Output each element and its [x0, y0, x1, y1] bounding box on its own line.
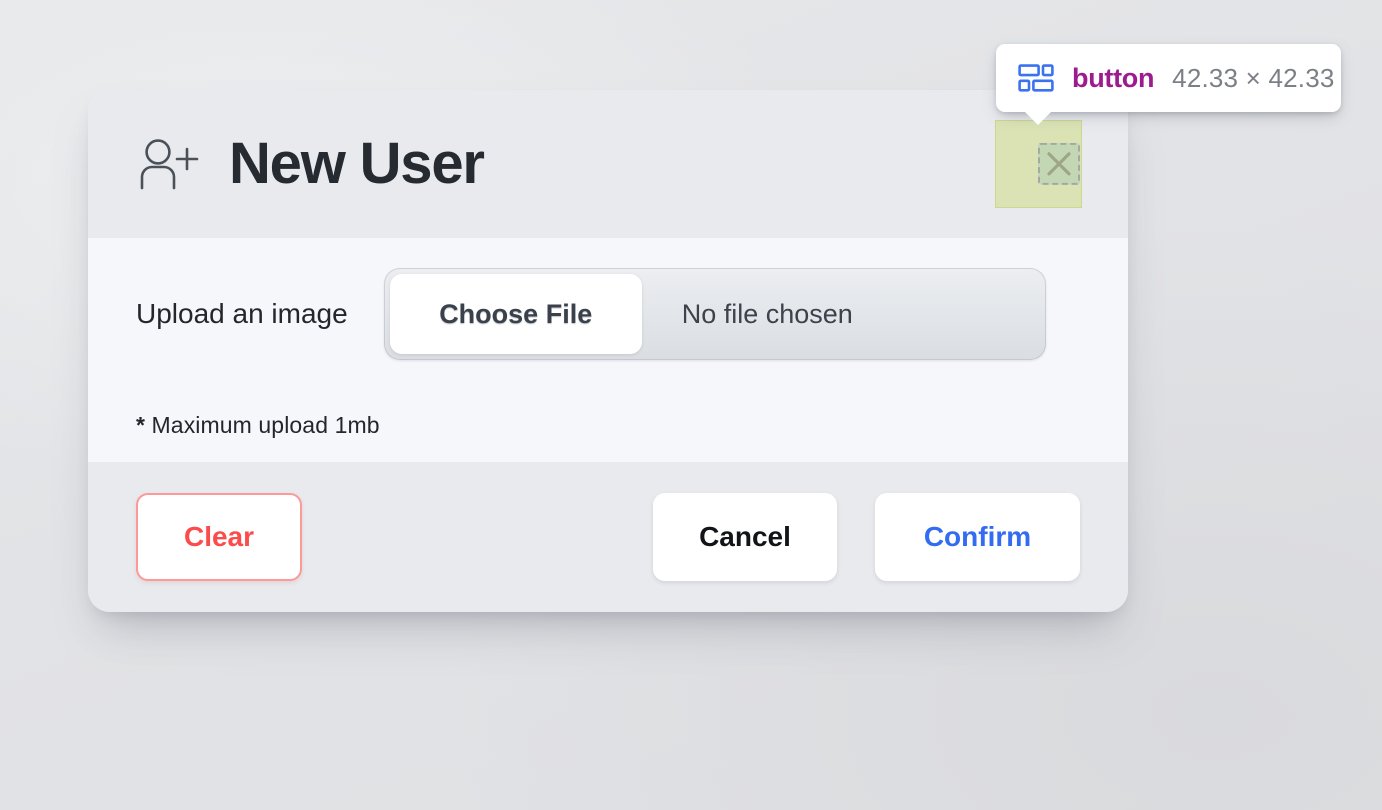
confirm-button[interactable]: Confirm	[875, 493, 1080, 581]
page-title: New User	[229, 131, 485, 196]
inspector-dimensions: 42.33 × 42.33	[1172, 62, 1335, 93]
footer-action-group: Cancel Confirm	[653, 493, 1080, 581]
file-status-text: No file chosen	[681, 298, 853, 329]
note-text: Maximum upload 1mb	[145, 412, 380, 438]
choose-file-button[interactable]: Choose File	[389, 274, 642, 354]
note-asterisk: *	[136, 412, 146, 438]
dialog-body: Upload an image Choose File No file chos…	[88, 238, 1128, 462]
dialog-header-left: New User	[136, 131, 485, 196]
cancel-button[interactable]: Cancel	[653, 493, 837, 581]
dialog-header: New User	[88, 90, 1128, 238]
clear-button[interactable]: Clear	[136, 493, 302, 581]
close-icon	[1044, 149, 1074, 179]
inspector-tag-name: button	[1072, 62, 1155, 93]
upload-row: Upload an image Choose File No file chos…	[136, 268, 1080, 360]
new-user-dialog: New User Upload an image Choose File No …	[88, 90, 1128, 612]
close-button[interactable]	[1037, 142, 1080, 186]
layout-blocks-icon	[1018, 64, 1054, 92]
file-input[interactable]: Choose File No file chosen	[383, 268, 1046, 360]
dialog-footer: Clear Cancel Confirm	[88, 462, 1128, 612]
upload-note: * Maximum upload 1mb	[136, 412, 1080, 439]
user-plus-icon	[136, 136, 200, 192]
upload-label: Upload an image	[136, 298, 348, 329]
inspector-tooltip: button 42.33 × 42.33	[996, 44, 1341, 125]
